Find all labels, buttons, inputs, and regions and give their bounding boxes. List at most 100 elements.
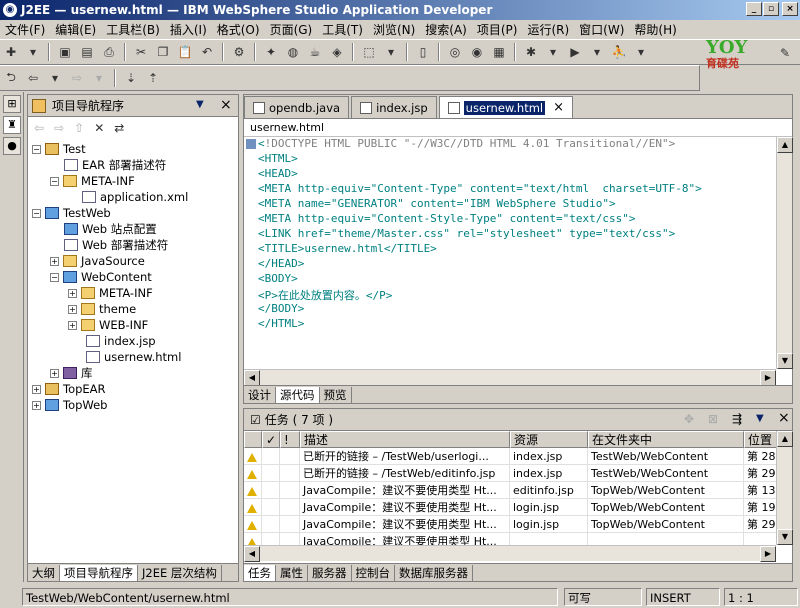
tasks-horizontal-scrollbar[interactable]: ◀ ▶ (244, 545, 776, 562)
menu-search[interactable]: 搜索(A) (420, 21, 472, 38)
tab-usernew-html[interactable]: usernew.html × (438, 96, 574, 118)
dropdown-icon[interactable]: ▾ (24, 43, 42, 61)
forward-icon[interactable]: ⇨ (54, 121, 64, 135)
menu-file[interactable]: 文件(F) (0, 21, 50, 38)
tab-preview[interactable]: 预览 (320, 386, 352, 403)
tree-item[interactable]: + WEB-INF (68, 317, 148, 333)
menu-tools[interactable]: 工具(T) (317, 21, 368, 38)
scroll-left-icon[interactable]: ◀ (244, 546, 260, 562)
tree-item[interactable]: + theme (68, 301, 136, 317)
tab-console[interactable]: 控制台 (352, 564, 395, 581)
build-icon[interactable]: ▦ (490, 43, 508, 61)
scroll-up-icon[interactable]: ▲ (777, 137, 793, 153)
col-type[interactable] (244, 431, 262, 448)
dropdown-icon[interactable]: ▾ (90, 69, 108, 87)
copy-icon[interactable]: ❐ (154, 43, 172, 61)
save-icon[interactable]: ▣ (56, 43, 74, 61)
expand-icon[interactable]: + (32, 400, 41, 410)
col-resource[interactable]: 资源 (510, 431, 588, 448)
scroll-right-icon[interactable]: ▶ (760, 546, 776, 562)
link-editor-icon[interactable]: ⇄ (114, 121, 124, 135)
menu-edit[interactable]: 编辑(E) (50, 21, 101, 38)
tree-item[interactable]: + TopWeb (32, 397, 107, 413)
open-type-icon[interactable]: ⬚ (360, 43, 378, 61)
deploy-icon[interactable]: ◉ (468, 43, 486, 61)
open-perspective-icon[interactable]: ⊞ (3, 95, 21, 113)
collapse-icon[interactable]: − (50, 176, 59, 186)
editor-horizontal-scrollbar[interactable]: ◀ ▶ (244, 369, 776, 386)
tab-design[interactable]: 设计 (244, 386, 276, 403)
editor-vertical-scrollbar[interactable]: ▲ ▼ (776, 137, 793, 369)
tab-opendb-java[interactable]: opendb.java (244, 96, 350, 118)
tree-item[interactable]: + META-INF (68, 285, 153, 301)
close-tab-icon[interactable]: × (553, 100, 564, 115)
dropdown-icon[interactable]: ▾ (46, 69, 64, 87)
tab-outline[interactable]: 大纲 (28, 564, 60, 581)
table-row[interactable]: 已断开的链接 – /TestWeb/userlogi... index.jsp … (244, 448, 776, 465)
tree-item[interactable]: − TestWeb (32, 205, 111, 221)
menu-run[interactable]: 运行(R) (522, 21, 574, 38)
database-icon[interactable]: ◍ (284, 43, 302, 61)
scroll-up-icon[interactable]: ▲ (777, 431, 793, 447)
sort-icon[interactable]: ⇶ (732, 412, 742, 426)
scroll-down-icon[interactable]: ▼ (777, 353, 793, 369)
debug-icon[interactable]: ✱ (522, 43, 540, 61)
paste-icon[interactable]: 📋 (176, 43, 194, 61)
server-perspective-icon[interactable]: ● (3, 137, 21, 155)
close-view-icon[interactable]: × (778, 410, 790, 426)
table-row[interactable]: 已断开的链接 – /TestWeb/editinfo.jsp index.jsp… (244, 465, 776, 482)
menu-page[interactable]: 页面(G) (265, 21, 318, 38)
menu-navigate[interactable]: 浏览(N) (368, 21, 420, 38)
new-icon[interactable]: ✚ (2, 43, 20, 61)
print-icon[interactable]: ⎙ (100, 43, 118, 61)
tab-project-navigator[interactable]: 项目导航程序 (60, 564, 138, 581)
scroll-down-icon[interactable]: ▼ (777, 529, 793, 545)
tree-item[interactable]: − META-INF (50, 173, 135, 189)
last-edit-icon[interactable]: ⮌ (2, 69, 20, 87)
package-icon[interactable]: ◈ (328, 43, 346, 61)
tasks-vertical-scrollbar[interactable]: ▲ ▼ (776, 431, 793, 545)
col-folder[interactable]: 在文件夹中 (588, 431, 744, 448)
menu-project[interactable]: 项目(P) (472, 21, 523, 38)
scroll-right-icon[interactable]: ▶ (760, 370, 776, 386)
dropdown-icon[interactable]: ▾ (632, 43, 650, 61)
dropdown-icon[interactable]: ▾ (382, 43, 400, 61)
up-icon[interactable]: ⇧ (74, 121, 84, 135)
next-annotation-icon[interactable]: ⇣ (122, 69, 140, 87)
menu-toolbar[interactable]: 工具栏(B) (101, 21, 165, 38)
tree-item[interactable]: usernew.html (86, 349, 181, 365)
tree-item[interactable]: + 库 (50, 365, 93, 381)
expand-icon[interactable]: + (68, 320, 77, 330)
dropdown-icon[interactable]: ▾ (588, 43, 606, 61)
collapse-icon[interactable]: − (32, 144, 41, 154)
code-editor[interactable]: <!DOCTYPE HTML PUBLIC "-//W3C//DTD HTML … (244, 137, 776, 369)
menu-format[interactable]: 格式(O) (212, 21, 265, 38)
maximize-button[interactable]: ▫ (763, 2, 779, 16)
filter-icon[interactable]: ✥ (684, 412, 694, 426)
forward-icon[interactable]: ⇨ (68, 69, 86, 87)
tree-item[interactable]: Web 部署描述符 (64, 237, 168, 253)
menu-window[interactable]: 窗口(W) (574, 21, 629, 38)
table-row[interactable]: JavaCompile：建议不要使用类型 Ht... (244, 533, 776, 545)
tree-item[interactable]: − Test (32, 141, 86, 157)
tab-properties[interactable]: 属性 (276, 564, 308, 581)
collapse-icon[interactable]: − (32, 208, 41, 218)
prev-annotation-icon[interactable]: ⇡ (144, 69, 162, 87)
tree-item[interactable]: + TopEAR (32, 381, 106, 397)
collapse-icon[interactable]: − (50, 272, 59, 282)
minimize-button[interactable]: _ (746, 2, 762, 16)
j2ee-perspective-icon[interactable]: ♜ (3, 116, 21, 134)
dropdown-icon[interactable]: ▾ (544, 43, 562, 61)
menu-help[interactable]: 帮助(H) (629, 21, 681, 38)
col-priority[interactable]: ! (280, 431, 300, 448)
delete-completed-icon[interactable]: ⊠ (708, 412, 718, 426)
expand-icon[interactable]: + (68, 304, 77, 314)
expand-icon[interactable]: + (32, 384, 41, 394)
tree-item[interactable]: application.xml (82, 189, 188, 205)
undo-icon[interactable]: ↶ (198, 43, 216, 61)
back-icon[interactable]: ⇦ (24, 69, 42, 87)
profile-icon[interactable]: ⛹ (610, 43, 628, 61)
view-menu-icon[interactable]: ▼ (196, 99, 204, 110)
expand-icon[interactable]: + (68, 288, 77, 298)
table-row[interactable]: JavaCompile：建议不要使用类型 Ht... login.jsp Top… (244, 516, 776, 533)
